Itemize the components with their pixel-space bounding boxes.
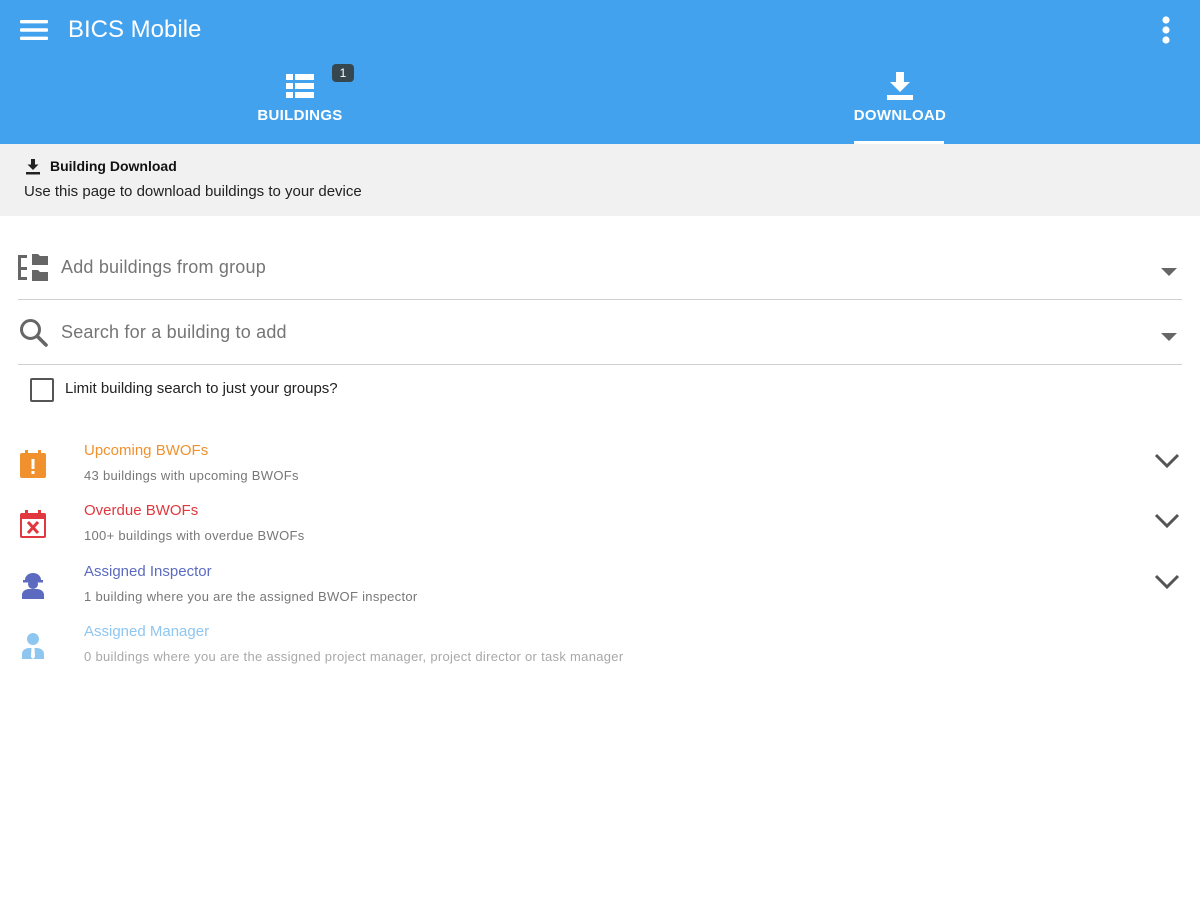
- tab-badge: 1: [332, 64, 354, 82]
- category-assigned-inspector[interactable]: Assigned Inspector 1 building where you …: [0, 561, 1200, 619]
- more-vert-icon[interactable]: [1146, 10, 1186, 50]
- info-title: Building Download: [50, 158, 177, 174]
- app-bar: BICS Mobile 1 BUILDINGS DOWNLOAD: [0, 0, 1200, 144]
- tab-download-label: DOWNLOAD: [853, 107, 947, 124]
- building-search-field[interactable]: Search for a building to add: [18, 301, 1182, 365]
- inspector-person-icon: [18, 570, 48, 600]
- tab-buildings-label: BUILDINGS: [257, 107, 343, 124]
- download-icon: [884, 70, 916, 102]
- table-list-icon: [284, 70, 316, 102]
- category-subtitle: 0 buildings where you are the assigned p…: [84, 649, 624, 664]
- category-title: Assigned Inspector: [84, 563, 212, 580]
- info-description: Use this page to download buildings to y…: [24, 183, 362, 200]
- manager-person-icon: [18, 630, 48, 660]
- limit-groups-label: Limit building search to just your group…: [65, 380, 338, 397]
- category-title: Overdue BWOFs: [84, 502, 199, 519]
- tab-download[interactable]: DOWNLOAD: [600, 62, 1200, 144]
- category-title: Assigned Manager: [84, 623, 210, 640]
- building-search-placeholder: Search for a building to add: [61, 322, 287, 342]
- limit-groups-checkbox[interactable]: [30, 378, 54, 402]
- group-tree-icon: [18, 252, 50, 284]
- category-subtitle: 100+ buildings with overdue BWOFs: [84, 528, 305, 543]
- calendar-alert-icon: [18, 449, 48, 479]
- limit-groups-checkbox-row[interactable]: Limit building search to just your group…: [30, 376, 450, 404]
- caret-down-icon[interactable]: [1160, 329, 1178, 341]
- chevron-down-icon[interactable]: [1154, 512, 1180, 530]
- download-icon: [24, 158, 42, 176]
- category-upcoming-bwofs[interactable]: Upcoming BWOFs 43 buildings with upcomin…: [0, 440, 1200, 498]
- category-subtitle: 43 buildings with upcoming BWOFs: [84, 468, 299, 483]
- chevron-down-icon[interactable]: [1154, 452, 1180, 470]
- hamburger-menu-icon[interactable]: [14, 10, 54, 50]
- category-title: Upcoming BWOFs: [84, 442, 209, 459]
- caret-down-icon[interactable]: [1160, 264, 1178, 276]
- app-title: BICS Mobile: [68, 16, 202, 43]
- tab-buildings[interactable]: 1 BUILDINGS: [0, 62, 600, 144]
- group-select-field[interactable]: Add buildings from group: [18, 236, 1182, 300]
- chevron-down-icon[interactable]: [1154, 573, 1180, 591]
- category-subtitle: 1 building where you are the assigned BW…: [84, 589, 418, 604]
- group-select-placeholder: Add buildings from group: [61, 257, 266, 277]
- info-banner: [0, 144, 1200, 216]
- category-overdue-bwofs[interactable]: Overdue BWOFs 100+ buildings with overdu…: [0, 500, 1200, 558]
- calendar-remove-icon: [18, 509, 48, 539]
- category-assigned-manager: Assigned Manager 0 buildings where you a…: [0, 621, 1200, 679]
- search-icon: [18, 317, 50, 349]
